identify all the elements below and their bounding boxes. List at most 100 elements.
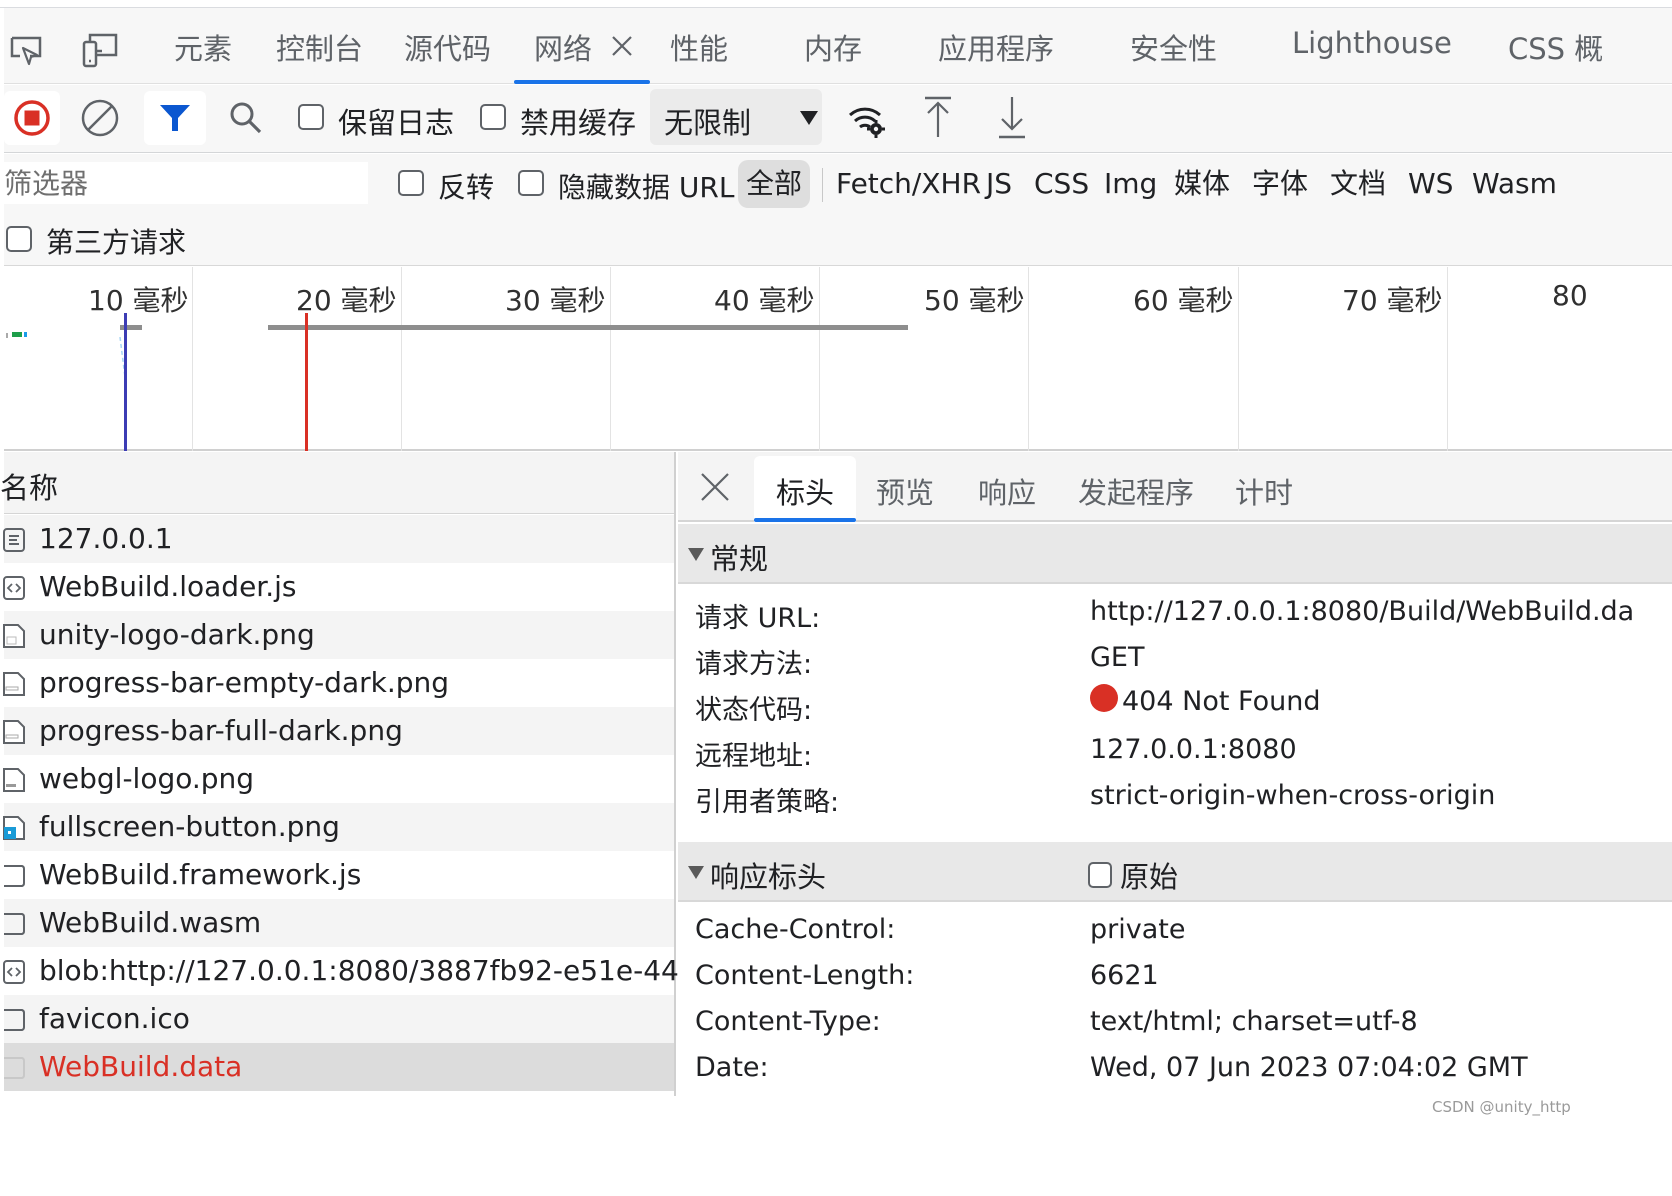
throttling-select[interactable]: 无限制 bbox=[650, 89, 822, 145]
type-filter-ws[interactable]: WS bbox=[1400, 160, 1461, 208]
type-filter-css[interactable]: CSS bbox=[1026, 160, 1097, 208]
request-name: WebBuild.loader.js bbox=[39, 570, 297, 603]
tab-css-overview[interactable]: CSS 概 bbox=[1508, 26, 1603, 68]
record-button[interactable] bbox=[4, 91, 60, 145]
request-row-selected[interactable]: WebBuild.data bbox=[4, 1043, 674, 1091]
tab-performance[interactable]: 性能 bbox=[670, 26, 728, 68]
filter-bar: 反转 隐藏数据 URL 全部 Fetch/XHR JS CSS Img 媒体 字… bbox=[4, 154, 1672, 266]
image-file-icon bbox=[3, 672, 25, 696]
device-toolbar-icon[interactable] bbox=[80, 30, 120, 70]
timeline-tick-label: 60 毫秒 bbox=[1133, 284, 1234, 317]
hide-data-urls-label: 隐藏数据 URL bbox=[558, 171, 735, 204]
general-section-header[interactable]: 常规 bbox=[678, 524, 1672, 584]
timeline-request-bar bbox=[12, 332, 22, 337]
type-filter-media[interactable]: 媒体 bbox=[1166, 160, 1238, 208]
close-network-tab-icon[interactable] bbox=[610, 34, 634, 58]
request-name: webgl-logo.png bbox=[39, 762, 255, 795]
timeline-gridline bbox=[1447, 267, 1448, 451]
content-length-key: Content-Length: bbox=[695, 960, 915, 991]
type-filter-img[interactable]: Img bbox=[1096, 160, 1165, 208]
inspect-element-icon[interactable] bbox=[8, 30, 48, 70]
clear-button[interactable] bbox=[72, 91, 128, 145]
request-row[interactable]: blob:http://127.0.0.1:8080/3887fb92-e51e… bbox=[3, 947, 768, 995]
request-row[interactable]: unity-logo-dark.png bbox=[3, 611, 674, 659]
request-row[interactable]: webgl-logo.png bbox=[3, 755, 674, 803]
detail-tab-headers[interactable]: 标头 bbox=[776, 470, 834, 512]
network-conditions-icon[interactable] bbox=[846, 99, 888, 139]
tab-console[interactable]: 控制台 bbox=[276, 26, 363, 68]
request-row[interactable]: fullscreen-button.png bbox=[3, 803, 674, 851]
network-overview-timeline[interactable]: 10 毫秒 20 毫秒 30 毫秒 40 毫秒 50 毫秒 60 毫秒 70 毫… bbox=[4, 267, 1672, 451]
request-name: unity-logo-dark.png bbox=[39, 618, 315, 651]
disable-cache-checkbox[interactable] bbox=[480, 104, 506, 130]
detail-tab-preview[interactable]: 预览 bbox=[876, 470, 934, 512]
filter-toggle-button[interactable] bbox=[144, 91, 206, 145]
tab-application[interactable]: 应用程序 bbox=[938, 26, 1054, 68]
load-event-marker bbox=[305, 313, 308, 451]
response-headers-section-header[interactable]: 响应标头 原始 bbox=[678, 842, 1672, 902]
request-row[interactable]: progress-bar-empty-dark.png bbox=[3, 659, 674, 707]
image-file-icon bbox=[3, 768, 25, 792]
filter-input[interactable] bbox=[4, 162, 368, 204]
image-file-icon bbox=[3, 720, 25, 744]
type-filter-doc[interactable]: 文档 bbox=[1322, 160, 1394, 208]
request-row[interactable]: WebBuild.framework.js bbox=[4, 851, 674, 899]
preserve-log-label: 保留日志 bbox=[338, 106, 455, 140]
request-row[interactable]: WebBuild.loader.js bbox=[3, 563, 674, 611]
hide-data-urls-checkbox[interactable] bbox=[518, 170, 544, 196]
generic-file-icon bbox=[4, 1009, 25, 1031]
close-icon[interactable] bbox=[698, 470, 732, 504]
name-column-label: 名称 bbox=[0, 471, 59, 505]
watermark: CSDN @unity_http bbox=[1432, 1098, 1571, 1116]
remote-address-value: 127.0.0.1:8080 bbox=[1090, 734, 1297, 765]
name-column-header[interactable]: 名称 bbox=[0, 452, 674, 514]
type-filter-js[interactable]: JS bbox=[978, 160, 1020, 208]
timeline-tick-label: 30 毫秒 bbox=[505, 284, 606, 317]
disable-cache-label: 禁用缓存 bbox=[520, 106, 637, 140]
request-method-key: 请求方法: bbox=[695, 649, 813, 680]
invert-checkbox[interactable] bbox=[398, 170, 424, 196]
devtools-tab-bar: 元素 控制台 源代码 网络 性能 内存 应用程序 安全性 Lighthouse … bbox=[4, 8, 1672, 84]
request-row[interactable]: 127.0.0.1 bbox=[3, 515, 674, 563]
timeline-tick-label: 80 bbox=[1552, 279, 1588, 312]
detail-tab-bar: 标头 预览 响应 发起程序 计时 bbox=[678, 452, 1672, 522]
type-filter-wasm[interactable]: Wasm bbox=[1464, 160, 1565, 208]
request-row[interactable]: WebBuild.wasm bbox=[4, 899, 674, 947]
export-har-icon[interactable] bbox=[996, 95, 1028, 141]
preserve-log-checkbox[interactable] bbox=[298, 104, 324, 130]
tab-elements[interactable]: 元素 bbox=[174, 26, 232, 68]
request-name: 127.0.0.1 bbox=[39, 522, 173, 555]
content-type-value: text/html; charset=utf-8 bbox=[1090, 1006, 1418, 1037]
script-icon bbox=[3, 576, 25, 600]
tab-sources[interactable]: 源代码 bbox=[404, 26, 491, 68]
detail-tab-initiator[interactable]: 发起程序 bbox=[1078, 470, 1194, 512]
type-filter-fetch-xhr[interactable]: Fetch/XHR bbox=[828, 160, 989, 208]
timeline-gridline bbox=[819, 267, 820, 451]
tab-network[interactable]: 网络 bbox=[534, 26, 592, 68]
status-error-dot-icon bbox=[1090, 684, 1118, 712]
generic-file-icon bbox=[4, 1057, 25, 1079]
type-filter-font[interactable]: 字体 bbox=[1244, 160, 1316, 208]
raw-headers-checkbox[interactable] bbox=[1088, 862, 1112, 888]
window-top-border bbox=[0, 0, 1672, 8]
import-har-icon[interactable] bbox=[922, 95, 954, 139]
date-value: Wed, 07 Jun 2023 07:04:02 GMT bbox=[1090, 1052, 1528, 1083]
search-button[interactable] bbox=[218, 91, 274, 145]
referrer-policy-value: strict-origin-when-cross-origin bbox=[1090, 780, 1496, 811]
detail-tab-timing[interactable]: 计时 bbox=[1235, 470, 1293, 512]
request-url-value: http://127.0.0.1:8080/Build/WebBuild.da bbox=[1090, 596, 1635, 627]
detail-tab-response[interactable]: 响应 bbox=[978, 470, 1036, 512]
request-row[interactable]: progress-bar-full-dark.png bbox=[3, 707, 674, 755]
script-icon bbox=[3, 960, 25, 984]
status-code-value-wrap: 404 Not Found bbox=[1090, 684, 1320, 717]
tab-security[interactable]: 安全性 bbox=[1130, 26, 1217, 68]
tab-lighthouse[interactable]: Lighthouse bbox=[1292, 26, 1452, 60]
type-filter-divider bbox=[822, 168, 823, 202]
tab-memory[interactable]: 内存 bbox=[804, 26, 862, 68]
cache-control-value: private bbox=[1090, 914, 1186, 945]
type-filter-all[interactable]: 全部 bbox=[738, 160, 811, 208]
expand-triangle-icon bbox=[688, 548, 704, 561]
third-party-checkbox[interactable] bbox=[6, 226, 32, 252]
network-toolbar: 保留日志 禁用缓存 无限制 bbox=[4, 85, 1672, 153]
request-row[interactable]: favicon.ico bbox=[4, 995, 674, 1043]
